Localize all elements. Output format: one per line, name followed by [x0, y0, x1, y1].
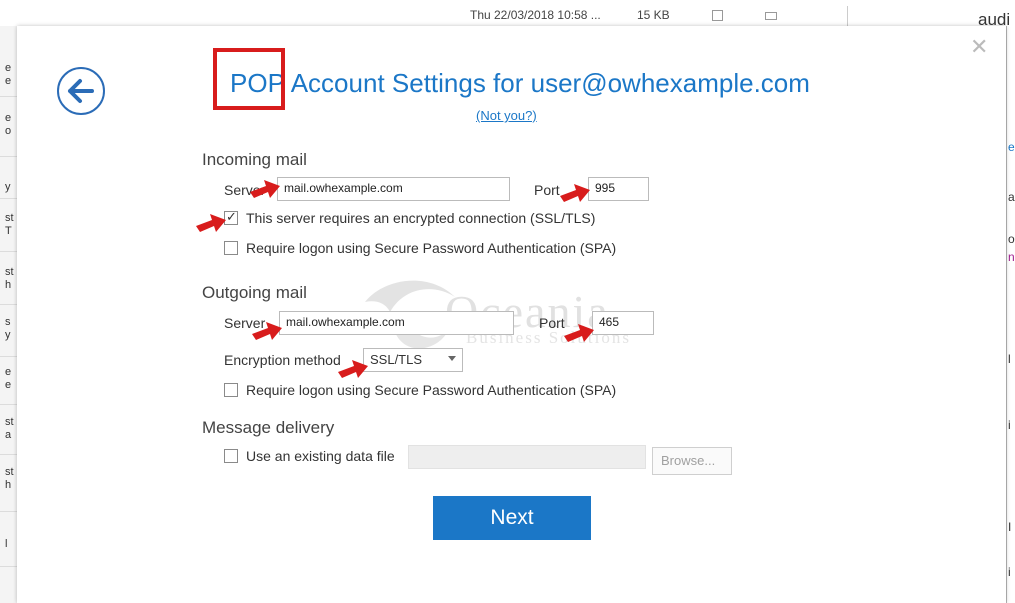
outgoing-port-label: Port	[539, 315, 565, 331]
background-reading-pane	[1006, 26, 1015, 603]
encryption-method-label: Encryption method	[224, 352, 341, 368]
back-button[interactable]	[57, 67, 105, 115]
background-divider	[847, 6, 848, 26]
page-title: POP Account Settings for user@owhexample…	[230, 68, 810, 99]
delivery-heading: Message delivery	[202, 418, 335, 437]
outgoing-spa-checkbox[interactable]	[224, 383, 238, 397]
browse-button: Browse...	[652, 447, 732, 475]
not-you-link[interactable]: (Not you?)	[476, 108, 537, 123]
outgoing-server-input[interactable]: mail.owhexample.com	[279, 311, 514, 335]
background-checkbox	[712, 10, 723, 21]
annotation-arrow-icon	[252, 322, 282, 340]
outgoing-port-input[interactable]: 465	[592, 311, 654, 335]
encryption-method-select[interactable]: SSL/TLS	[363, 348, 463, 372]
data-file-path-input	[408, 445, 646, 469]
annotation-arrow-icon	[196, 214, 226, 232]
ssl-checkbox-label: This server requires an encrypted connec…	[246, 210, 596, 226]
incoming-spa-checkbox[interactable]	[224, 241, 238, 255]
annotation-arrow-icon	[560, 184, 590, 202]
existing-data-file-label: Use an existing data file	[246, 448, 395, 464]
next-button[interactable]: Next	[433, 496, 591, 540]
chevron-down-icon	[448, 356, 456, 361]
incoming-heading: Incoming mail	[202, 150, 307, 169]
annotation-arrow-icon	[564, 324, 594, 342]
background-message-list: ee eo y st T st h sy ee st a st h l	[0, 26, 18, 603]
annotation-arrow-icon	[250, 180, 280, 198]
encryption-method-value: SSL/TLS	[370, 352, 423, 367]
outgoing-heading: Outgoing mail	[202, 283, 307, 302]
title-account: Account Settings for user@owhexample.com	[290, 68, 810, 98]
incoming-port-input[interactable]: 995	[588, 177, 649, 201]
background-row-size: 15 KB	[637, 8, 670, 22]
incoming-spa-label: Require logon using Secure Password Auth…	[246, 240, 617, 256]
background-row-date: Thu 22/03/2018 10:58 ...	[470, 8, 601, 22]
close-icon[interactable]: ✕	[970, 34, 988, 60]
highlight-box	[213, 48, 285, 110]
incoming-port-label: Port	[534, 182, 560, 198]
annotation-arrow-icon	[338, 360, 368, 378]
outgoing-spa-label: Require logon using Secure Password Auth…	[246, 382, 617, 398]
back-arrow-icon	[68, 79, 94, 103]
envelope-icon	[765, 12, 777, 20]
incoming-server-input[interactable]: mail.owhexample.com	[277, 177, 510, 201]
existing-data-file-checkbox[interactable]	[224, 449, 238, 463]
